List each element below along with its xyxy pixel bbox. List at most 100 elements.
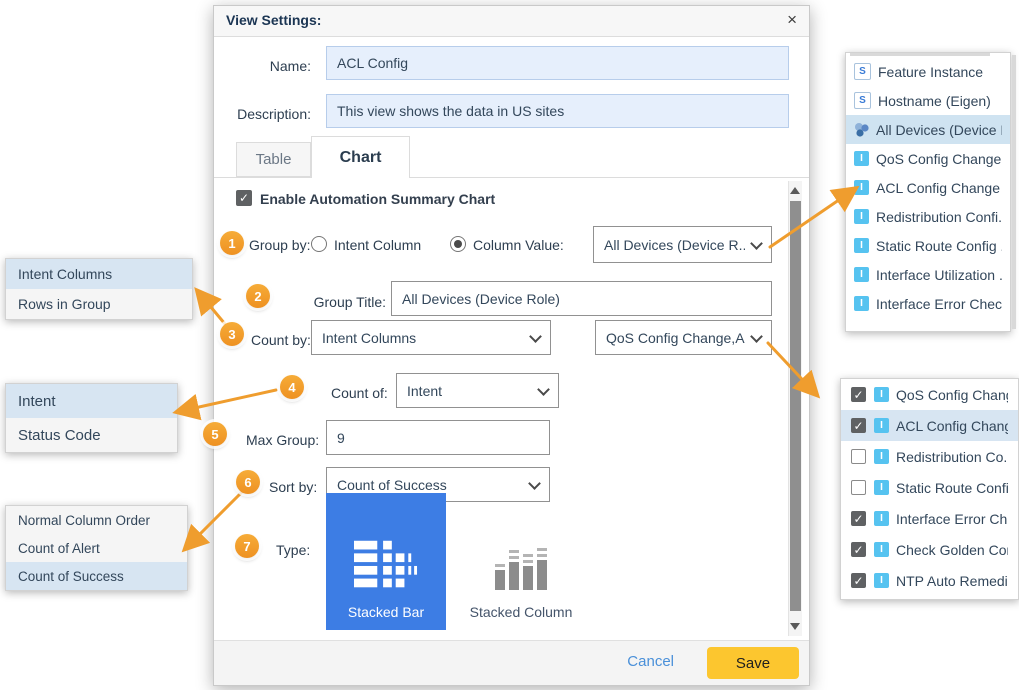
group-by-column-value: All Devices (Device R...	[604, 237, 745, 253]
checkbox-checked[interactable]: ✓	[851, 573, 866, 588]
chevron-down-icon	[528, 477, 541, 490]
devices-icon	[854, 122, 869, 137]
checkbox-checked[interactable]: ✓	[851, 387, 866, 402]
checkbox-unchecked[interactable]	[851, 449, 866, 464]
step-badge-1: 1	[220, 231, 244, 255]
checkbox-checked[interactable]: ✓	[851, 511, 866, 526]
intent-column-icon: I	[874, 542, 889, 557]
option-intent[interactable]: Intent	[6, 384, 177, 418]
string-column-icon: S	[854, 63, 871, 80]
count-of-dropdown[interactable]: Intent	[396, 373, 559, 408]
intent-column-icon: I	[854, 238, 869, 253]
column-value-radio[interactable]	[450, 236, 466, 252]
chevron-down-icon	[529, 330, 542, 343]
dialog-scrollbar[interactable]	[788, 181, 802, 636]
list-item[interactable]: I Interface Error Check	[846, 289, 1010, 318]
enable-chart-checkbox[interactable]: ✓	[236, 190, 252, 206]
scroll-down-icon[interactable]	[790, 623, 800, 630]
intent-column-icon: I	[854, 267, 869, 282]
close-icon[interactable]: ×	[787, 10, 797, 30]
sort-by-value: Count of Success	[337, 477, 447, 493]
option-normal-column-order[interactable]: Normal Column Order	[6, 506, 187, 534]
checklist-item[interactable]: ✓ I QoS Config Change	[841, 379, 1018, 410]
list-item[interactable]: I ACL Config Change	[846, 173, 1010, 202]
list-item[interactable]: I Interface Utilization ...	[846, 260, 1010, 289]
group-title-label: Group Title:	[289, 294, 386, 310]
checklist-item-selected[interactable]: ✓ I ACL Config Change	[841, 410, 1018, 441]
list-item[interactable]: I QoS Config Change	[846, 144, 1010, 173]
scroll-up-icon[interactable]	[790, 187, 800, 194]
group-title-input[interactable]: All Devices (Device Role)	[391, 281, 772, 316]
description-input[interactable]: This view shows the data in US sites	[326, 94, 789, 128]
tab-table[interactable]: Table	[236, 142, 311, 177]
dialog-title: View Settings:	[226, 12, 321, 28]
list-item-label: Redistribution Confi...	[876, 209, 1002, 225]
group-by-column-dropdown[interactable]: All Devices (Device R...	[593, 226, 772, 263]
intent-column-icon: I	[874, 418, 889, 433]
checkbox-checked[interactable]: ✓	[851, 418, 866, 433]
intent-column-icon: I	[874, 449, 889, 464]
column-list-panel: S Feature Instance S Hostname (Eigen) Al…	[845, 52, 1011, 332]
option-count-of-success[interactable]: Count of Success	[6, 562, 187, 590]
list-item[interactable]: I Redistribution Confi...	[846, 202, 1010, 231]
checkbox-unchecked[interactable]	[851, 480, 866, 495]
step-badge-6: 6	[236, 470, 260, 494]
checklist-item-label: Static Route Confi...	[896, 480, 1008, 496]
count-by-dropdown[interactable]: Intent Columns	[311, 320, 551, 355]
count-of-label: Count of:	[331, 385, 388, 401]
intent-column-icon: I	[874, 480, 889, 495]
list-item-label: Static Route Config ...	[876, 238, 1002, 254]
panel-scrollbar[interactable]	[1012, 55, 1016, 329]
list-item[interactable]: S Hostname (Eigen)	[846, 86, 1010, 115]
view-settings-dialog: View Settings: × Name: ACL Config Descri…	[213, 5, 810, 686]
list-item-selected[interactable]: All Devices (Device R...	[846, 115, 1010, 144]
count-by-options-panel: Intent Columns Rows in Group	[5, 258, 193, 320]
count-of-options-panel: Intent Status Code	[5, 383, 178, 453]
checklist-item[interactable]: I Redistribution Co...	[841, 441, 1018, 472]
step-badge-4: 4	[280, 375, 304, 399]
option-status-code[interactable]: Status Code	[6, 418, 177, 452]
intent-column-radio[interactable]	[311, 236, 327, 252]
name-input[interactable]: ACL Config	[326, 46, 789, 80]
intent-column-icon: I	[854, 209, 869, 224]
option-rows-in-group[interactable]: Rows in Group	[6, 289, 192, 319]
enable-chart-label: Enable Automation Summary Chart	[260, 191, 495, 207]
count-by-columns-dropdown[interactable]: QoS Config Change,AC...	[595, 320, 772, 355]
checklist-item[interactable]: I Static Route Confi...	[841, 472, 1018, 503]
stacked-column-icon	[493, 540, 549, 590]
list-item-label: QoS Config Change	[876, 151, 1001, 167]
chevron-down-icon	[537, 383, 550, 396]
max-group-input[interactable]: 9	[326, 420, 550, 455]
checklist-item[interactable]: ✓ I Interface Error Ch...	[841, 503, 1018, 534]
option-intent-columns[interactable]: Intent Columns	[6, 259, 192, 289]
intent-column-icon: I	[874, 511, 889, 526]
checklist-item[interactable]: ✓ I Check Golden Con...	[841, 534, 1018, 565]
step-badge-2: 2	[246, 284, 270, 308]
checkbox-checked[interactable]: ✓	[851, 542, 866, 557]
horizontal-scrollbar[interactable]	[850, 53, 990, 56]
chevron-down-icon	[750, 237, 763, 250]
type-option-stacked-column[interactable]: Stacked Column	[461, 493, 581, 630]
tab-chart[interactable]: Chart	[311, 136, 410, 178]
string-column-icon: S	[854, 92, 871, 109]
scrollbar-thumb[interactable]	[790, 201, 801, 611]
list-item-label: All Devices (Device R...	[876, 122, 1002, 138]
list-item[interactable]: I Static Route Config ...	[846, 231, 1010, 260]
step-badge-3: 3	[220, 322, 244, 346]
stacked-bar-icon	[354, 540, 418, 590]
checklist-item-label: Check Golden Con...	[896, 542, 1008, 558]
dialog-footer: Cancel Save	[214, 640, 809, 685]
count-by-value: Intent Columns	[322, 330, 416, 346]
checklist-item[interactable]: ✓ I NTP Auto Remedi...	[841, 565, 1018, 596]
stacked-column-label: Stacked Column	[470, 604, 573, 620]
chevron-down-icon	[750, 330, 763, 343]
option-count-of-alert[interactable]: Count of Alert	[6, 534, 187, 562]
group-title-value: All Devices (Device Role)	[402, 291, 560, 307]
checklist-item-label: Interface Error Ch...	[896, 511, 1008, 527]
sort-by-options-panel: Normal Column Order Count of Alert Count…	[5, 505, 188, 591]
list-item[interactable]: S Feature Instance	[846, 57, 1010, 86]
checklist-item-label: NTP Auto Remedi...	[896, 573, 1008, 589]
type-option-stacked-bar[interactable]: Stacked Bar	[326, 493, 446, 630]
cancel-button[interactable]: Cancel	[627, 653, 674, 670]
save-button[interactable]: Save	[707, 647, 799, 679]
